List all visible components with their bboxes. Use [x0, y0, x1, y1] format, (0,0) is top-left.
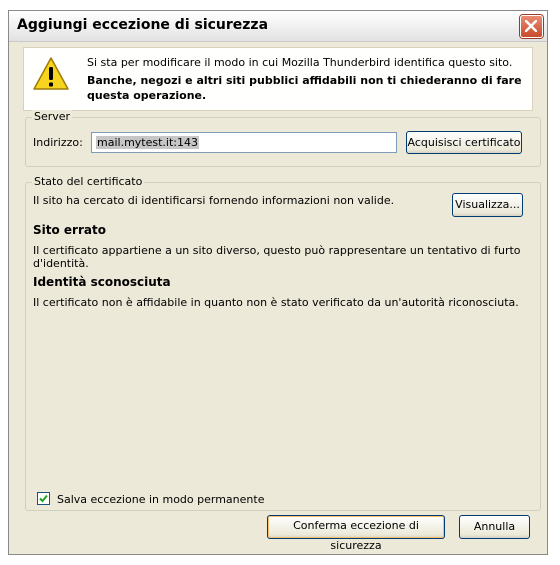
checkmark-icon [39, 494, 48, 503]
cancel-button[interactable]: Annulla [459, 515, 530, 539]
save-permanent-label[interactable]: Salva eccezione in modo permanente [57, 493, 264, 506]
dialog-title: Aggiungi eccezione di sicurezza [17, 17, 269, 33]
acquire-certificate-button[interactable]: Acquisisci certificato [406, 131, 522, 154]
address-value: mail.mytest.it:143 [96, 136, 199, 149]
certificate-status-group: Stato del certificato Il sito ha cercato… [25, 175, 541, 511]
save-permanent-checkbox[interactable] [37, 492, 50, 505]
wrong-site-text: Il certificato appartiene a un sito dive… [33, 244, 521, 270]
warning-text: Si sta per modificare il modo in cui Moz… [87, 56, 513, 69]
security-exception-dialog: Aggiungi eccezione di sicurezza Si sta p… [8, 10, 548, 555]
certificate-status-legend: Stato del certificato [32, 175, 145, 188]
address-input[interactable]: mail.mytest.it:143 [91, 132, 397, 153]
warning-panel: Si sta per modificare il modo in cui Moz… [23, 47, 533, 111]
unknown-identity-heading: Identità sconosciuta [33, 275, 171, 289]
server-legend: Server [32, 110, 73, 123]
warning-bold-text: Banche, negozi e altri siti pubblici aff… [87, 74, 522, 102]
close-icon [525, 20, 537, 32]
title-bar[interactable]: Aggiungi eccezione di sicurezza [9, 11, 547, 42]
certificate-status-text: Il sito ha cercato di identificarsi forn… [33, 194, 395, 207]
server-group: Server Indirizzo: mail.mytest.it:143 Acq… [25, 110, 541, 167]
address-label: Indirizzo: [33, 136, 83, 149]
wrong-site-heading: Sito errato [33, 223, 106, 237]
confirm-exception-button[interactable]: Conferma eccezione di sicurezza [267, 515, 445, 552]
view-certificate-button[interactable]: Visualizza... [452, 193, 523, 217]
unknown-identity-text: Il certificato non è affidabile in quant… [33, 296, 519, 309]
close-button[interactable] [520, 15, 543, 38]
warning-triangle-icon [33, 57, 69, 90]
